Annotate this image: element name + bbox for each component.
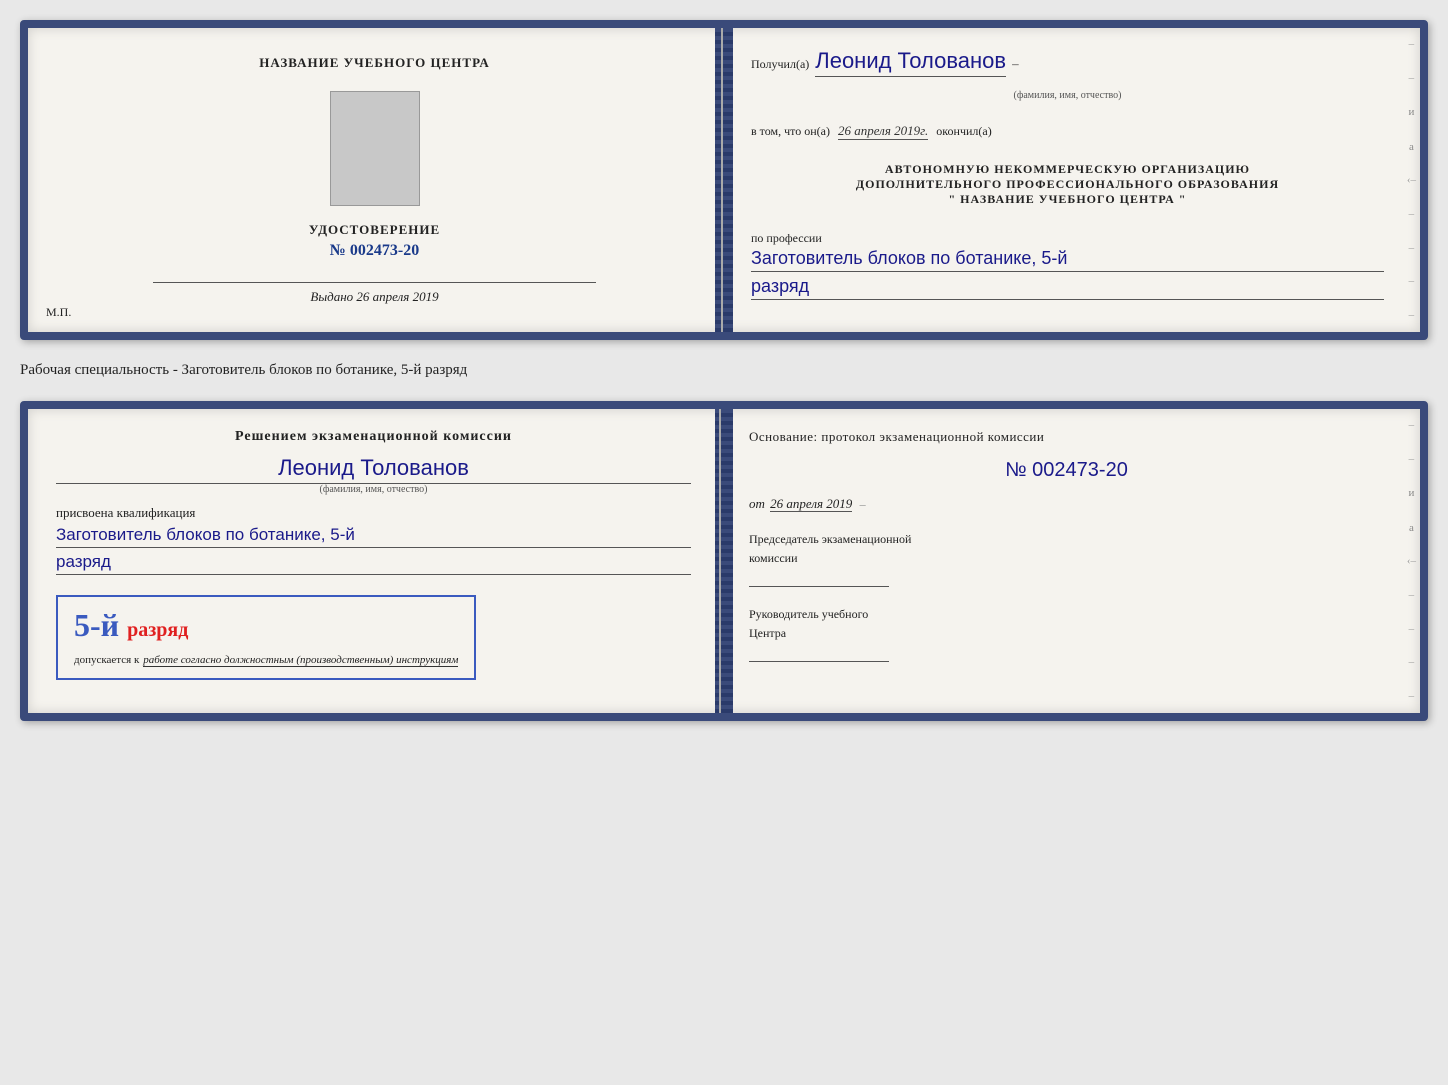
doc2-grade-box: 5-й разряд допускается к работе согласно… bbox=[56, 595, 476, 680]
doc2-director-label1: Руководитель учебного bbox=[749, 607, 1384, 622]
doc1-line-1 bbox=[153, 282, 596, 283]
doc1-org-line3: " НАЗВАНИЕ УЧЕБНОГО ЦЕНТРА " bbox=[751, 192, 1384, 207]
doc1-cert-number: № 002473-20 bbox=[330, 242, 419, 260]
doc1-issued-date: 26 апреля 2019 bbox=[356, 289, 438, 304]
doc1-training-center-title: НАЗВАНИЕ УЧЕБНОГО ЦЕНТРА bbox=[259, 55, 490, 71]
doc1-received-prefix: Получил(а) bbox=[751, 57, 809, 72]
doc2-director-label2: Центра bbox=[749, 626, 1384, 641]
doc1-grade-handwritten: разряд bbox=[751, 276, 1384, 300]
doc2-director-section: Руководитель учебного Центра bbox=[749, 607, 1384, 662]
document-card-2: Решением экзаменационной комиссии Леонид… bbox=[20, 401, 1428, 721]
doc1-name-subtitle: (фамилия, имя, отчество) bbox=[1014, 90, 1122, 101]
doc1-issued-label: Выдано bbox=[310, 289, 353, 304]
doc2-date-prefix: от bbox=[749, 496, 765, 511]
doc1-right-panel: Получил(а) Леонид Толованов – (фамилия, … bbox=[723, 28, 1420, 332]
doc2-date-row: от 26 апреля 2019 – bbox=[749, 496, 1384, 512]
doc2-basis-text: Основание: протокол экзаменационной коми… bbox=[749, 429, 1384, 445]
page-wrapper: НАЗВАНИЕ УЧЕБНОГО ЦЕНТРА УДОСТОВЕРЕНИЕ №… bbox=[20, 20, 1428, 721]
doc2-right-panel: Основание: протокол экзаменационной коми… bbox=[721, 409, 1420, 713]
doc1-name-handwritten: Леонид Толованов bbox=[815, 48, 1006, 77]
doc1-left-panel: НАЗВАНИЕ УЧЕБНОГО ЦЕНТРА УДОСТОВЕРЕНИЕ №… bbox=[28, 28, 723, 332]
doc2-допускается-italic: работе согласно должностным (производств… bbox=[143, 654, 458, 667]
doc2-grade-number: 5-й bbox=[74, 607, 119, 643]
doc1-certifies-suffix: окончил(а) bbox=[936, 124, 991, 139]
doc2-name-subtitle: (фамилия, имя, отчество) bbox=[56, 484, 691, 495]
doc1-issued: Выдано 26 апреля 2019 bbox=[310, 289, 438, 305]
doc1-mp-label: М.П. bbox=[46, 305, 71, 320]
doc1-dash: – bbox=[1012, 56, 1019, 72]
doc2-допускается-row: допускается к работе согласно должностны… bbox=[74, 650, 458, 668]
doc2-chairman-section: Председатель экзаменационной комиссии bbox=[749, 532, 1384, 587]
doc1-org-line2: ДОПОЛНИТЕЛЬНОГО ПРОФЕССИОНАЛЬНОГО ОБРАЗО… bbox=[751, 177, 1384, 192]
doc1-photo-placeholder bbox=[330, 91, 420, 206]
doc2-name-handwritten: Леонид Толованов bbox=[56, 455, 691, 484]
doc2-chairman-label1: Председатель экзаменационной bbox=[749, 532, 1384, 547]
specialty-label: Рабочая специальность - Заготовитель бло… bbox=[20, 358, 1428, 383]
doc1-org-line1: АВТОНОМНУЮ НЕКОММЕРЧЕСКУЮ ОРГАНИЗАЦИЮ bbox=[751, 162, 1384, 177]
doc1-profession-handwritten: Заготовитель блоков по ботанике, 5-й bbox=[751, 248, 1384, 272]
doc2-name-row: Леонид Толованов (фамилия, имя, отчество… bbox=[56, 455, 691, 495]
doc1-certifies-prefix: в том, что он(а) bbox=[751, 124, 830, 139]
doc1-right-margin: – – и а ‹– – – – – bbox=[1407, 28, 1416, 332]
doc2-decision-text: Решением экзаменационной комиссии bbox=[56, 429, 691, 445]
doc1-received-row: Получил(а) Леонид Толованов – bbox=[751, 48, 1384, 77]
doc2-date-value: 26 апреля 2019 bbox=[770, 496, 852, 512]
doc1-date-handwritten: 26 апреля 2019г. bbox=[838, 123, 928, 140]
doc2-chairman-signature-line bbox=[749, 586, 889, 587]
doc2-grade-handwritten: разряд bbox=[56, 552, 691, 575]
doc1-certifies-row: в том, что он(а) 26 апреля 2019г. окончи… bbox=[751, 123, 1384, 140]
doc1-org-block: АВТОНОМНУЮ НЕКОММЕРЧЕСКУЮ ОРГАНИЗАЦИЮ ДО… bbox=[751, 162, 1384, 207]
doc2-chairman-label2: комиссии bbox=[749, 551, 1384, 566]
doc2-protocol-number: № 002473-20 bbox=[749, 459, 1384, 482]
doc1-name-subtitle-row: (фамилия, имя, отчество) bbox=[751, 85, 1384, 103]
doc2-grade-suffix: разряд bbox=[127, 619, 188, 641]
doc2-right-margin: – – и а ‹– – – – – bbox=[1407, 409, 1416, 713]
doc1-cert-title: УДОСТОВЕРЕНИЕ bbox=[309, 222, 440, 238]
doc2-qualification-handwritten: Заготовитель блоков по ботанике, 5-й bbox=[56, 525, 691, 548]
doc2-dash-after-date: – bbox=[860, 497, 866, 511]
doc2-qualification-label: присвоена квалификация bbox=[56, 505, 691, 521]
doc2-qualification-block: присвоена квалификация Заготовитель блок… bbox=[56, 505, 691, 575]
doc1-profession-block: по профессии Заготовитель блоков по бота… bbox=[751, 231, 1384, 300]
doc2-допускается-text: допускается к bbox=[74, 654, 139, 666]
document-card-1: НАЗВАНИЕ УЧЕБНОГО ЦЕНТРА УДОСТОВЕРЕНИЕ №… bbox=[20, 20, 1428, 340]
doc2-left-panel: Решением экзаменационной комиссии Леонид… bbox=[28, 409, 721, 713]
doc1-profession-label: по профессии bbox=[751, 231, 1384, 246]
doc2-director-signature-line bbox=[749, 661, 889, 662]
